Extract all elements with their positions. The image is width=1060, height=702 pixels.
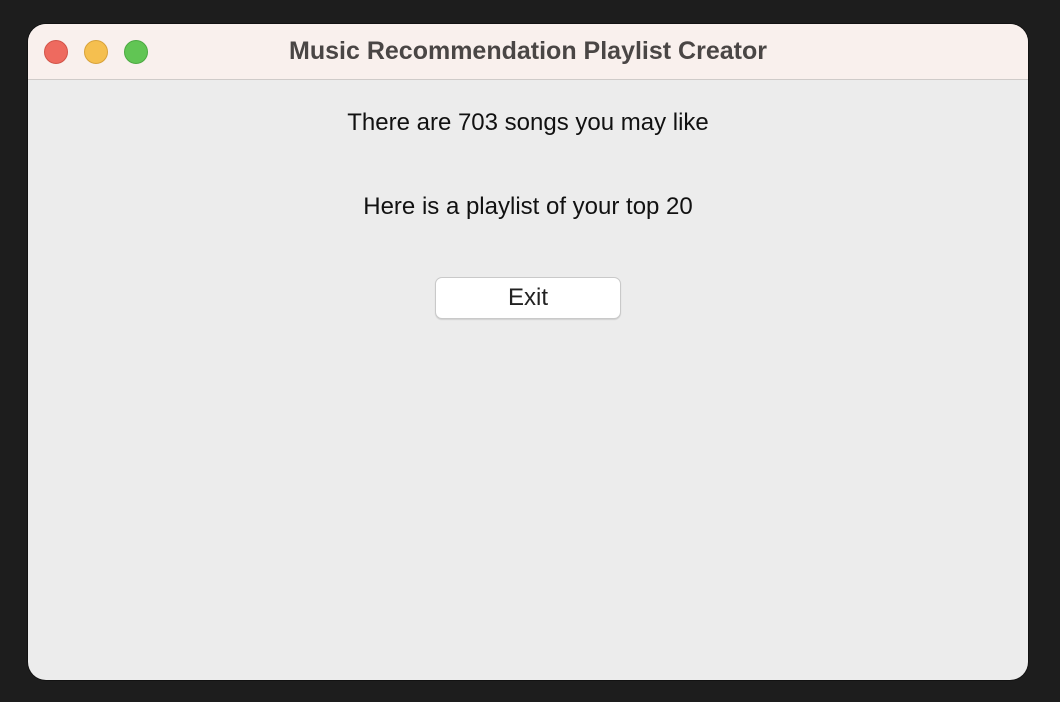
playlist-message: Here is a playlist of your top 20 [363,193,693,220]
app-window: Music Recommendation Playlist Creator Th… [28,24,1028,680]
main-content: There are 703 songs you may like Here is… [28,80,1028,680]
title-bar[interactable]: Music Recommendation Playlist Creator [28,24,1028,80]
desktop-background: Music Recommendation Playlist Creator Th… [0,0,1060,702]
window-title: Music Recommendation Playlist Creator [289,37,767,65]
exit-button[interactable]: Exit [435,277,621,319]
songs-count-message: There are 703 songs you may like [347,109,709,136]
